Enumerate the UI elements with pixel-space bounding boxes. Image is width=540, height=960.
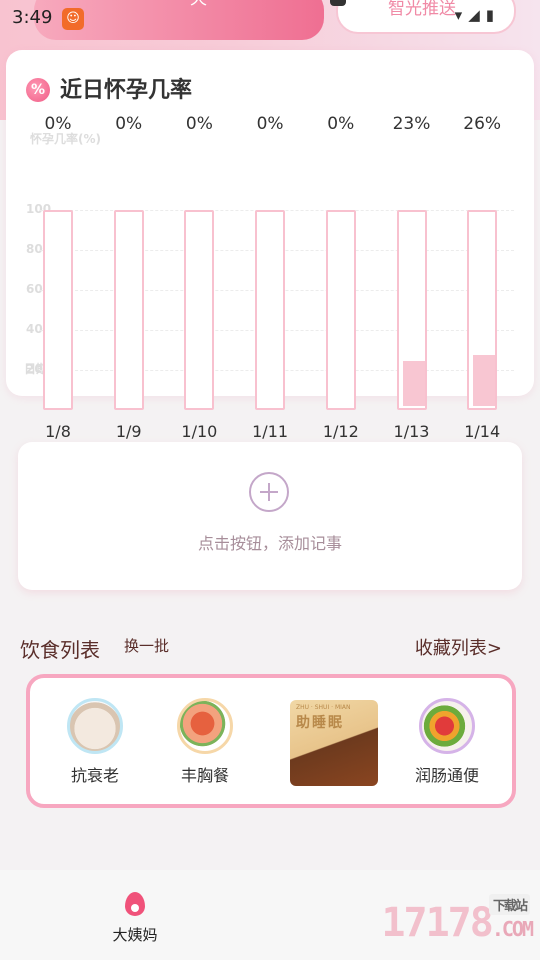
diet-list-title: 饮食列表 [20, 638, 100, 662]
bar-fill [402, 360, 425, 406]
bar-value-label: 23% [392, 114, 431, 134]
porridge-bowl-icon [67, 698, 123, 754]
nav-item-label: 大姨妈 [112, 926, 158, 944]
watermark-tag: 下载站 [488, 894, 530, 915]
add-note-plus-icon[interactable] [249, 472, 289, 512]
x-tick-label: 1/9 [115, 422, 142, 441]
add-note-card[interactable]: 点击按钮，添加记事 [18, 442, 522, 590]
bar-frame [184, 210, 215, 410]
x-tick-label: 1/8 [45, 422, 71, 441]
fruit-salad-icon [419, 698, 475, 754]
x-tick-label: 1/11 [252, 422, 289, 441]
bar-value-label: 26% [463, 114, 502, 134]
watermark-text: 17178 [381, 900, 493, 946]
diet-list-card: 抗衰老 丰胸餐 ZHU · SHUI · MIAN 助睡眠 润肠通便 [26, 674, 516, 808]
bar-frame [396, 210, 427, 410]
x-tick-label: 1/13 [393, 422, 430, 441]
status-time: 3:49 [12, 7, 53, 28]
status-bar: 3:49 ☺ ▾◢▮ [0, 0, 540, 36]
diet-item-label: 抗衰老 [70, 766, 119, 785]
system-status-icons: ▾◢▮ [454, 6, 500, 24]
sleep-aid-pinyin: ZHU · SHUI · MIAN [296, 704, 351, 711]
bar-frame [325, 210, 356, 410]
diet-swap-button[interactable]: 换一批 [124, 635, 169, 656]
sleep-aid-title: 助睡眠 [296, 715, 344, 731]
bar-frame [255, 210, 286, 410]
diet-item-sleep-aid[interactable]: ZHU · SHUI · MIAN 助睡眠 [290, 700, 378, 786]
y-tick-label: 20 [26, 362, 43, 376]
x-tick-label: 1/12 [322, 422, 359, 441]
bar-fill [473, 355, 496, 406]
diet-item-anti-aging[interactable]: 抗衰老 [50, 698, 140, 786]
y-tick-label: 60 [26, 282, 43, 296]
papaya-dish-icon [177, 698, 233, 754]
add-note-hint: 点击按钮，添加记事 [197, 534, 342, 553]
y-tick-label: 40 [26, 322, 43, 336]
bar-frame [43, 210, 73, 410]
drop-icon [125, 892, 145, 916]
x-tick-label: 1/10 [181, 422, 218, 441]
bar-value-label: 0% [115, 114, 143, 134]
rate-card-title-text: 近日怀孕几率 [60, 78, 193, 103]
watermark-suffix: .COM [491, 917, 534, 941]
percent-badge-icon: % [26, 78, 50, 102]
y-tick-label: 80 [26, 242, 43, 256]
x-tick-label: 1/14 [464, 422, 501, 441]
bar-value-label: 0% [256, 114, 284, 134]
diet-item-label: 丰胸餐 [180, 766, 229, 785]
pregnancy-rate-card: % 近日怀孕几率 怀孕几率(%) 日期 20 40 60 80 100 0% 1/8 0% 1/9… [6, 50, 534, 441]
diet-item-breast-meal[interactable]: 丰胸餐 [160, 698, 250, 786]
bar-frame [467, 210, 498, 410]
bar-value-label: 0% [327, 114, 355, 134]
bar-frame [113, 210, 144, 410]
cat-face-icon: ☺ [62, 8, 84, 30]
favorites-list-link[interactable]: 收藏列表> [415, 634, 502, 660]
rate-card-title: % 近日怀孕几率 [26, 72, 192, 104]
site-watermark: 17178.COM 下载站 [381, 894, 534, 946]
diet-item-label: 润肠通便 [414, 766, 479, 785]
nav-item-period[interactable]: 大姨妈 [105, 892, 165, 945]
bar-value-label: 0% [44, 114, 72, 134]
bar-value-label: 0% [185, 114, 213, 134]
diet-item-laxative[interactable]: 润肠通便 [402, 698, 492, 786]
